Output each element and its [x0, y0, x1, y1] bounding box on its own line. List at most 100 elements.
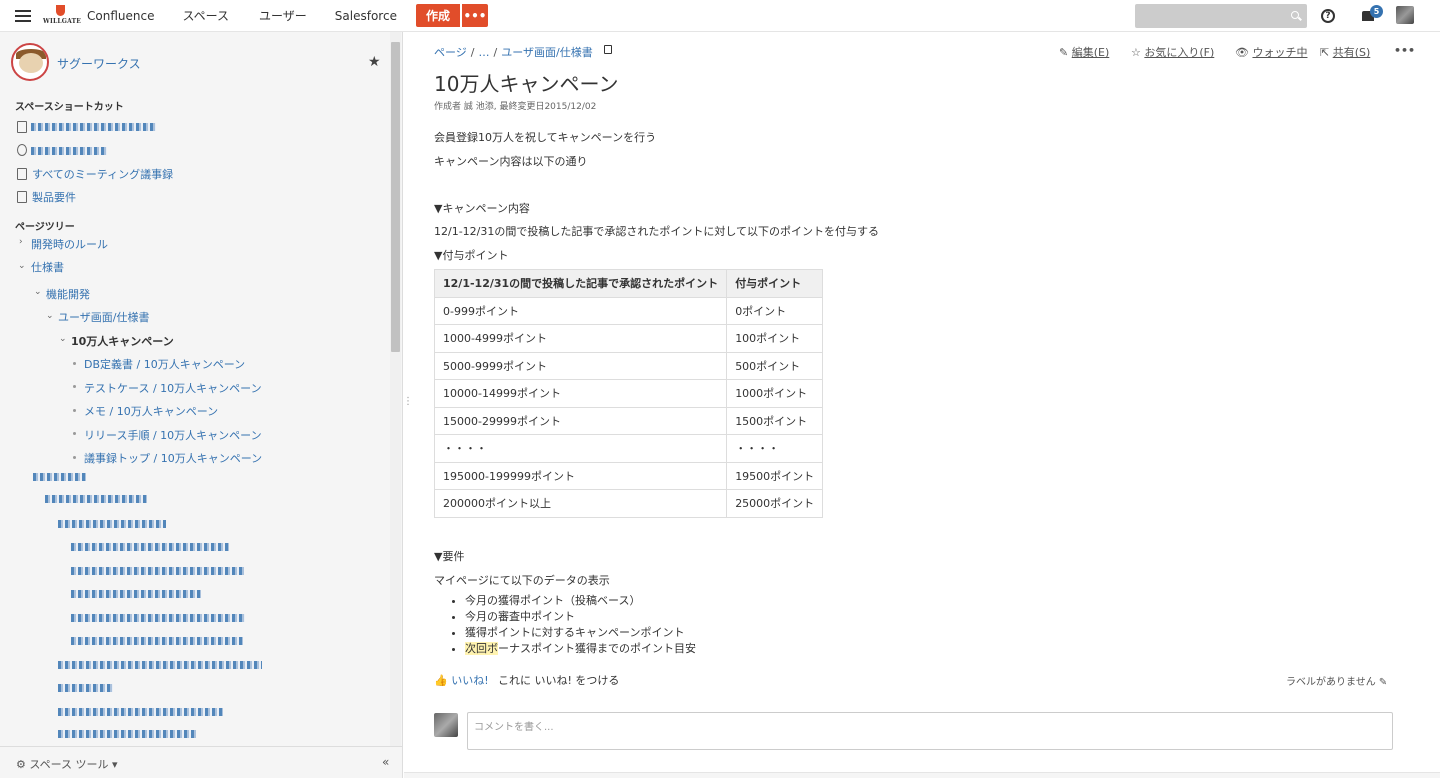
page-title: 10万人キャンペーン — [434, 72, 619, 96]
chevron-down-icon[interactable]: ⌄ — [18, 261, 26, 271]
unlock-icon[interactable] — [604, 45, 612, 54]
nav-users[interactable]: ユーザー — [243, 7, 321, 24]
tree-item-child[interactable]: リリース手順 / 10万人キャンペーン — [84, 427, 262, 443]
like-button[interactable]: 👍 いいね! — [434, 672, 489, 688]
table-cell: 10000-14999ポイント — [433, 379, 728, 408]
list-item-text: ーナスポイント獲得までのポイント目安 — [498, 642, 696, 655]
tree-item-redacted[interactable] — [58, 684, 113, 692]
tree-item-redacted[interactable] — [71, 637, 243, 645]
space-tools-button[interactable]: ⚙ スペース ツール ▾ — [16, 756, 118, 772]
menu-icon[interactable] — [15, 9, 31, 22]
tree-item-spec[interactable]: 仕様書 — [31, 259, 64, 275]
sidebar-footer: ⚙ スペース ツール ▾ « — [0, 746, 402, 778]
help-icon[interactable]: ? — [1321, 9, 1335, 23]
tree-item-child[interactable]: DB定義書 / 10万人キャンペーン — [84, 356, 245, 372]
page-byline: 作成者 誠 池添, 最終変更日2015/12/02 — [434, 102, 597, 112]
tree-item-child[interactable]: 議事録トップ / 10万人キャンペーン — [84, 450, 262, 466]
labels-text: ラベルがありません — [1286, 677, 1376, 688]
space-tools-label: スペース ツール — [29, 758, 109, 771]
requirements-list: 今月の獲得ポイント（投稿ベース） 今月の審査中ポイント 獲得ポイントに対するキャ… — [465, 593, 696, 657]
tree-item-user-screen[interactable]: ユーザ画面/仕様書 — [58, 309, 150, 325]
sidebar: サグーワークス ★ スペースショートカット すべてのミーティング議事録 製品要件… — [0, 32, 403, 778]
table-cell: 5000-9999ポイント — [433, 351, 728, 380]
table-cell: 25000ポイント — [726, 489, 824, 518]
top-navigation: WILLGATE Confluence スペース ユーザー Salesforce… — [0, 0, 1440, 32]
highlighted-text: 次回ボ — [465, 642, 498, 655]
tree-item-redacted[interactable] — [58, 661, 262, 669]
shortcut-link-redacted[interactable] — [31, 123, 156, 131]
like-message: これに いいね! をつける — [498, 674, 620, 687]
tree-item-redacted[interactable] — [33, 473, 86, 481]
search-input[interactable] — [1135, 4, 1307, 28]
create-button[interactable]: 作成 — [415, 4, 460, 27]
tree-item-feature-dev[interactable]: 機能開発 — [46, 286, 90, 302]
favorite-button[interactable]: ☆ お気に入り(F) — [1131, 44, 1214, 60]
page-tree-heading: ページツリー — [15, 222, 75, 233]
chevron-right-icon[interactable]: › — [19, 237, 23, 247]
requirements-section-heading: ▼要件 — [434, 550, 465, 563]
nav-salesforce[interactable]: Salesforce — [321, 9, 411, 23]
table-header-row: 12/1-12/31の間で投稿した記事で承認されたポイント 付与ポイント — [433, 269, 824, 298]
tree-item-child[interactable]: テストケース / 10万人キャンペーン — [84, 380, 262, 396]
table-row: 195000-199999ポイント 19500ポイント — [433, 461, 824, 490]
list-item: 今月の審査中ポイント — [465, 609, 696, 625]
table-row: ・・・・ ・・・・ — [433, 434, 824, 463]
table-cell: 100ポイント — [726, 324, 824, 353]
edit-button[interactable]: ✎ 編集(E) — [1059, 44, 1109, 60]
tree-item-redacted[interactable] — [71, 543, 229, 551]
tree-bullet — [73, 385, 76, 388]
tree-bullet — [73, 362, 76, 365]
chevron-down-icon[interactable]: ⌄ — [46, 311, 54, 321]
breadcrumb-ellipsis[interactable]: … — [479, 46, 490, 59]
tree-item-redacted[interactable] — [71, 590, 201, 598]
commenter-avatar — [434, 713, 458, 737]
space-name-link[interactable]: サグーワークス — [57, 55, 141, 72]
table-cell: 200000ポイント以上 — [433, 489, 728, 518]
tree-item-dev-rules[interactable]: 開発時のルール — [31, 236, 108, 252]
breadcrumb-user-screen[interactable]: ユーザ画面/仕様書 — [501, 46, 593, 59]
nav-spaces[interactable]: スペース — [168, 7, 243, 24]
table-cell: 0-999ポイント — [433, 296, 728, 325]
nav-confluence[interactable]: Confluence — [79, 9, 168, 23]
star-icon[interactable]: ★ — [368, 54, 381, 70]
tree-item-current-page[interactable]: 10万人キャンペーン — [71, 333, 174, 349]
willgate-logo[interactable]: WILLGATE — [43, 4, 81, 28]
tree-item-redacted[interactable] — [58, 520, 166, 528]
notification-count-badge: 5 — [1370, 5, 1383, 18]
shortcut-link-redacted[interactable] — [31, 147, 107, 155]
comment-input[interactable]: コメントを書く... — [467, 712, 1393, 750]
notifications-button[interactable]: 5 — [1362, 5, 1383, 21]
tree-item-redacted[interactable] — [45, 495, 147, 503]
tree-item-redacted[interactable] — [71, 614, 245, 622]
table-row: 1000-4999ポイント 100ポイント — [433, 324, 824, 353]
shortcut-all-meetings[interactable]: すべてのミーティング議事録 — [32, 166, 173, 182]
user-avatar[interactable] — [1396, 6, 1414, 24]
create-more-button[interactable]: ••• — [461, 4, 488, 27]
share-button[interactable]: ⇱ 共有(S) — [1320, 44, 1370, 60]
table-row: 10000-14999ポイント 1000ポイント — [433, 379, 824, 408]
tree-item-redacted[interactable] — [58, 730, 196, 738]
more-actions-button[interactable]: ••• — [1394, 44, 1415, 57]
list-item: 獲得ポイントに対するキャンペーンポイント — [465, 625, 696, 641]
watch-button[interactable]: 👁 ウォッチ中 — [1235, 44, 1307, 60]
tree-item-redacted[interactable] — [71, 567, 244, 575]
breadcrumb-pages[interactable]: ページ — [434, 46, 467, 59]
labels-area[interactable]: ラベルがありません ✎ — [1286, 673, 1387, 688]
table-header: 付与ポイント — [726, 269, 824, 298]
chevron-down-icon[interactable]: ⌄ — [59, 334, 67, 344]
tree-item-child[interactable]: メモ / 10万人キャンペーン — [84, 403, 218, 419]
collapse-sidebar-icon[interactable]: « — [382, 755, 389, 769]
main-content: ページ /… / ユーザ画面/仕様書 ✎ 編集(E) ☆ お気に入り(F) 👁 ウォッ… — [404, 32, 1440, 778]
pencil-icon[interactable]: ✎ — [1379, 677, 1387, 688]
main-bottom-bar — [404, 772, 1440, 778]
tree-item-redacted[interactable] — [58, 708, 223, 716]
table-row: 200000ポイント以上 25000ポイント — [433, 489, 824, 518]
table-cell: 0ポイント — [726, 296, 824, 325]
campaign-description: 12/1-12/31の間で投稿した記事で承認されたポイントに対して以下のポイント… — [434, 225, 880, 238]
space-avatar[interactable] — [11, 43, 49, 81]
requirements-description: マイページにて以下のデータの表示 — [434, 574, 610, 587]
shortcut-product-requirements[interactable]: 製品要件 — [32, 189, 76, 205]
sidebar-scrollbar-thumb[interactable] — [391, 42, 400, 352]
tree-bullet — [73, 432, 76, 435]
chevron-down-icon[interactable]: ⌄ — [34, 287, 42, 297]
